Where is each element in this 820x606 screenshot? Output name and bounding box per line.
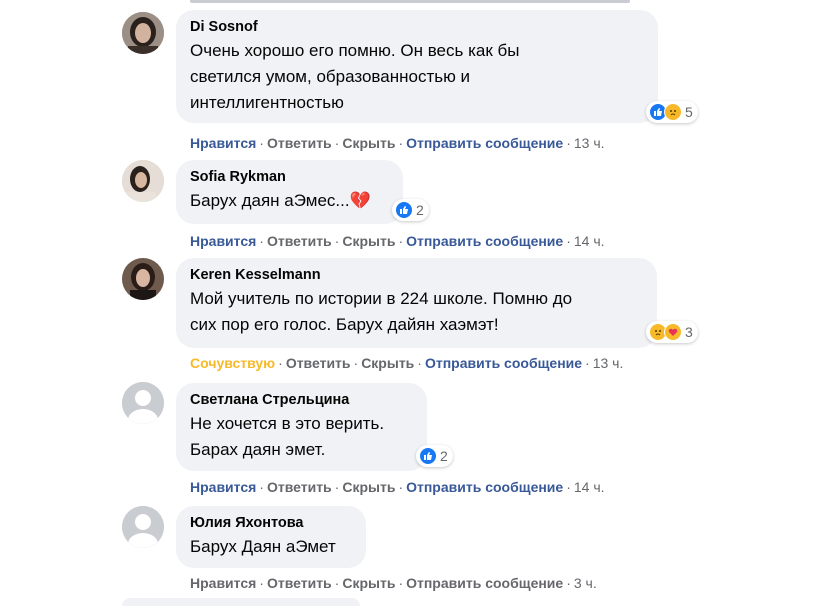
like-link[interactable]: Нравится xyxy=(190,479,256,495)
timestamp[interactable]: 14 ч. xyxy=(574,233,605,249)
comment-author[interactable]: Di Sosnof xyxy=(190,18,644,36)
avatar[interactable] xyxy=(122,258,164,300)
default-avatar-icon xyxy=(122,382,164,424)
comment-actions: Нравится · Ответить · Скрыть · Отправить сообщ… xyxy=(190,479,605,495)
comment-actions: Сочувствую · Ответить · Скрыть · Отправить соо… xyxy=(190,355,624,371)
comment-text: Мой учитель по истории в 224 школе. Помн… xyxy=(190,289,573,334)
reply-link[interactable]: Ответить xyxy=(267,233,332,249)
send-message-link[interactable]: Отправить сообщение xyxy=(406,479,563,495)
avatar-photo xyxy=(122,12,164,54)
comment-bubble: Светлана Стрельцина Не хочется в это вер… xyxy=(176,383,427,471)
avatar-photo xyxy=(122,258,164,300)
comment-text: Очень хорошо его помню. Он весь как бы с… xyxy=(190,41,520,112)
reaction-count: 2 xyxy=(440,448,448,464)
reactions-summary[interactable]: 2 xyxy=(392,199,429,221)
comment-author[interactable]: Keren Kesselmann xyxy=(190,266,643,284)
avatar[interactable] xyxy=(122,160,164,202)
sympathy-link[interactable]: Сочувствую xyxy=(190,355,275,371)
like-link[interactable]: Нравится xyxy=(190,575,256,591)
reply-link[interactable]: Ответить xyxy=(267,479,332,495)
comment-author[interactable]: Светлана Стрельцина xyxy=(190,391,413,409)
comment-actions: Нравится · Ответить · Скрыть · Отправить сообщ… xyxy=(190,575,597,591)
send-message-link[interactable]: Отправить сообщение xyxy=(406,135,563,151)
timestamp[interactable]: 13 ч. xyxy=(574,135,605,151)
hide-link[interactable]: Скрыть xyxy=(342,233,395,249)
reactions-summary[interactable]: 2 xyxy=(416,445,453,467)
comment-actions: Нравится · Ответить · Скрыть · Отправить сообщ… xyxy=(190,233,605,249)
hide-link[interactable]: Скрыть xyxy=(361,355,414,371)
like-link[interactable]: Нравится xyxy=(190,135,256,151)
previous-comment-edge xyxy=(190,0,630,3)
hide-link[interactable]: Скрыть xyxy=(342,479,395,495)
comment-author[interactable]: Sofia Rykman xyxy=(190,168,389,186)
send-message-link[interactable]: Отправить сообщение xyxy=(406,233,563,249)
avatar[interactable] xyxy=(122,506,164,548)
comment-bubble: Sofia Rykman Барух даян аЭмес...💔 xyxy=(176,160,403,224)
timestamp[interactable]: 14 ч. xyxy=(574,479,605,495)
avatar[interactable] xyxy=(122,12,164,54)
reaction-count: 3 xyxy=(685,324,693,340)
comment-actions: Нравится · Ответить · Скрыть · Отправить сообщ… xyxy=(190,135,605,151)
hide-link[interactable]: Скрыть xyxy=(342,135,395,151)
comment-bubble: Di Sosnof Очень хорошо его помню. Он вес… xyxy=(176,10,658,123)
reply-link[interactable]: Ответить xyxy=(267,135,332,151)
comment-text: Барух Даян аЭмет xyxy=(190,537,336,556)
like-link[interactable]: Нравится xyxy=(190,233,256,249)
timestamp[interactable]: 13 ч. xyxy=(593,355,624,371)
reactions-summary[interactable]: 3 xyxy=(646,321,698,343)
comment-author[interactable]: Юлия Яхонтова xyxy=(190,514,352,532)
like-icon xyxy=(419,447,437,465)
comment-text: Барух даян аЭмес...💔 xyxy=(190,191,371,210)
next-comment-edge xyxy=(122,598,360,606)
reaction-count: 2 xyxy=(416,202,424,218)
send-message-link[interactable]: Отправить сообщение xyxy=(406,575,563,591)
sad-icon xyxy=(664,103,682,121)
reply-link[interactable]: Ответить xyxy=(286,355,351,371)
care-icon xyxy=(664,323,682,341)
comment-bubble: Юлия Яхонтова Барух Даян аЭмет xyxy=(176,506,366,568)
reply-link[interactable]: Ответить xyxy=(267,575,332,591)
avatar-photo xyxy=(122,160,164,202)
reaction-count: 5 xyxy=(685,104,693,120)
hide-link[interactable]: Скрыть xyxy=(342,575,395,591)
avatar[interactable] xyxy=(122,382,164,424)
timestamp[interactable]: 3 ч. xyxy=(574,575,597,591)
comment-text: Не хочется в это верить. Барах даян эмет… xyxy=(190,414,385,459)
like-icon xyxy=(395,201,413,219)
send-message-link[interactable]: Отправить сообщение xyxy=(425,355,582,371)
comment-bubble: Keren Kesselmann Мой учитель по истории … xyxy=(176,258,657,348)
reactions-summary[interactable]: 5 xyxy=(646,101,698,123)
default-avatar-icon xyxy=(122,506,164,548)
